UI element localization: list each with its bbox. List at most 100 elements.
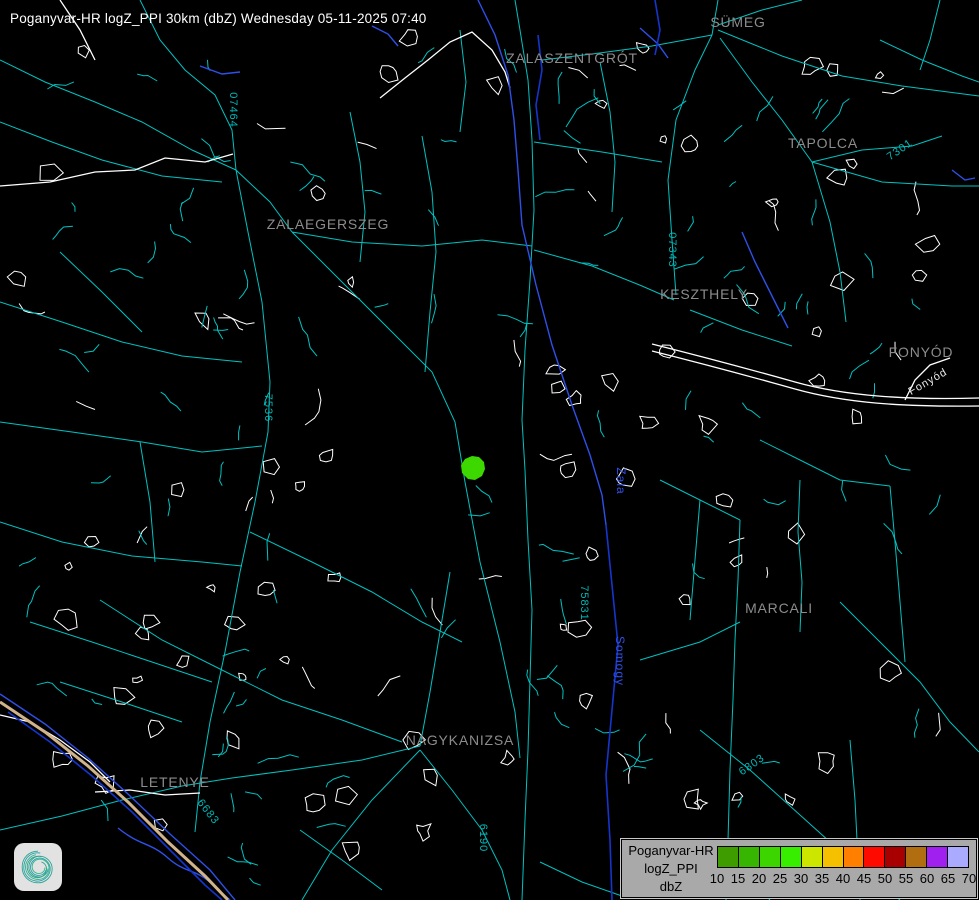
road-stub xyxy=(231,793,234,812)
road-stub xyxy=(202,306,207,328)
radar-display: Poganyvar-HR logZ_PPI 30km (dbZ) Wednesd… xyxy=(0,0,979,900)
city-label-letenye: LETENYE xyxy=(140,774,209,790)
village-outline xyxy=(660,136,666,143)
road-stub xyxy=(865,253,873,278)
road-stub xyxy=(673,101,686,110)
road-stub xyxy=(76,401,95,409)
city-label-zalaegerszeg: ZALAEGERSZEG xyxy=(267,216,389,232)
road-stub xyxy=(224,692,235,713)
village-outline xyxy=(580,693,593,709)
legend-tick: 15 xyxy=(731,871,745,886)
road-stub xyxy=(170,224,191,243)
road-stub xyxy=(914,709,919,738)
legend-tick: 65 xyxy=(941,871,955,886)
city-label-fonyod: FONYÓD xyxy=(889,344,954,360)
village-outline xyxy=(84,537,99,547)
village-outline xyxy=(730,555,742,567)
village-outline xyxy=(7,271,25,286)
legend-tick: 30 xyxy=(794,871,808,886)
road-stub xyxy=(885,455,910,470)
village-outline xyxy=(148,720,164,738)
road-stub xyxy=(688,216,694,231)
road-stub xyxy=(816,100,828,120)
road-stub xyxy=(223,649,250,656)
village-outline xyxy=(876,72,884,79)
city-label-nagykanizsa: NAGYKANIZSA xyxy=(406,732,514,748)
road-stub xyxy=(742,403,760,418)
road-stub xyxy=(729,538,744,543)
road-stub xyxy=(218,744,223,757)
road-stub xyxy=(588,191,596,201)
road-stub xyxy=(302,667,315,689)
road-stub xyxy=(181,188,194,204)
road-stub xyxy=(110,269,143,279)
road-stub xyxy=(241,843,251,864)
road-stub xyxy=(92,699,102,705)
road-stub xyxy=(148,242,156,263)
village-outline xyxy=(852,409,862,424)
river-zala xyxy=(478,0,606,525)
road-stub xyxy=(929,495,940,515)
road-stub xyxy=(257,124,286,129)
village-outline xyxy=(716,494,733,507)
village-outline xyxy=(380,66,398,83)
road-stub xyxy=(236,699,246,706)
village-outline xyxy=(560,462,575,478)
village-outline xyxy=(65,562,72,570)
village-outline xyxy=(417,824,431,841)
radar-title: Poganyvar-HR logZ_PPI 30km (dbZ) Wednesd… xyxy=(10,11,427,26)
road-stub xyxy=(547,676,563,699)
road-stub xyxy=(912,299,920,310)
legend-title-line3: dbZ xyxy=(626,878,716,896)
road-stub xyxy=(300,176,315,190)
road-stub xyxy=(514,340,521,367)
legend-swatch xyxy=(801,846,823,868)
village-outline xyxy=(319,449,332,461)
legend-tick: 25 xyxy=(773,871,787,886)
road-stub xyxy=(936,713,940,737)
road-stub xyxy=(674,257,704,270)
boundary-label-somogy: Somogy xyxy=(613,636,627,686)
road-stub xyxy=(539,544,574,554)
legend-title-line1: Poganyvar-HR xyxy=(626,842,716,860)
road-stub xyxy=(724,266,745,278)
road-stub xyxy=(812,199,816,225)
village-outline xyxy=(78,46,89,58)
road-stub xyxy=(441,140,457,142)
road-stub xyxy=(634,767,646,769)
village-outline xyxy=(880,661,901,682)
road-stub xyxy=(180,202,183,221)
legend-swatch xyxy=(780,846,802,868)
road-stub xyxy=(258,755,299,764)
road-stub xyxy=(257,669,266,679)
road-stub xyxy=(37,682,67,696)
road-stub xyxy=(299,317,317,356)
road-stub xyxy=(807,301,808,314)
city-label-keszthely: KESZTHELY xyxy=(660,286,748,302)
road-number-75831: 75831 xyxy=(578,585,590,621)
road-stub xyxy=(540,454,572,460)
road-stub xyxy=(27,586,40,618)
legend-swatch xyxy=(717,846,739,868)
village-outline xyxy=(699,416,717,435)
legend-tick: 40 xyxy=(836,871,850,886)
road-stub xyxy=(432,598,442,625)
village-outline xyxy=(133,676,143,682)
village-outline xyxy=(207,585,215,592)
village-outline xyxy=(40,164,63,180)
legend-ticks: 10152025303540455055606570 xyxy=(717,871,969,887)
spiral-logo-icon xyxy=(18,847,58,887)
road-stub xyxy=(212,737,228,755)
road-stub xyxy=(738,797,741,808)
road-stub xyxy=(704,436,714,442)
road-stub xyxy=(597,410,604,437)
road-stub xyxy=(764,499,786,505)
village-outline xyxy=(296,482,305,492)
village-outline xyxy=(348,277,354,287)
village-outline xyxy=(501,750,514,765)
road-stub xyxy=(535,190,574,197)
village-outline xyxy=(640,416,659,428)
village-outline xyxy=(602,374,619,392)
boundary-path xyxy=(8,0,660,900)
road-stub xyxy=(213,330,228,331)
